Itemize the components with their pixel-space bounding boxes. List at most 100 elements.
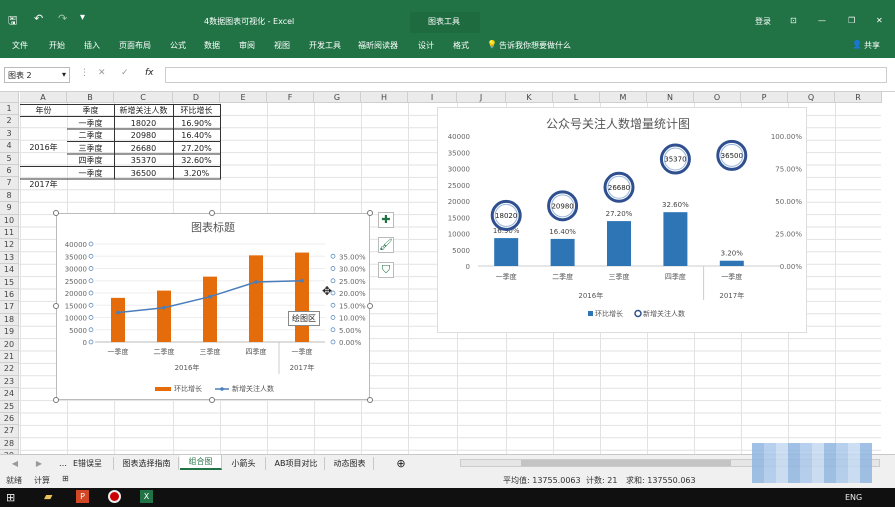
legend-label-growth[interactable]: 环比增长 <box>174 384 202 393</box>
column-header-D[interactable]: D <box>173 92 220 103</box>
legend-label-followers[interactable]: 新增关注人数 <box>643 309 685 318</box>
undo-icon[interactable]: ↶ <box>34 12 43 25</box>
bar-growth[interactable] <box>494 238 519 266</box>
axis-handle[interactable] <box>330 266 336 271</box>
column-header-C[interactable]: C <box>114 92 173 103</box>
bar-followers[interactable] <box>157 290 171 342</box>
tell-me-box[interactable]: 告诉我你想要做什么 <box>499 40 571 51</box>
row-header-14[interactable]: 14 <box>0 264 19 277</box>
macro-record-icon[interactable]: ⊞ <box>62 474 69 483</box>
column-header-O[interactable]: O <box>694 92 741 103</box>
tab-format[interactable]: 格式 <box>453 40 469 51</box>
bar-followers[interactable] <box>111 297 125 342</box>
enter-icon[interactable]: ✓ <box>121 68 129 78</box>
row-header-18[interactable]: 18 <box>0 313 19 327</box>
row-header-15[interactable]: 15 <box>0 276 19 289</box>
row-header-20[interactable]: 20 <box>0 338 19 351</box>
tab-view[interactable]: 视图 <box>274 40 290 51</box>
sheet-tab-2[interactable]: 组合图 <box>180 455 222 470</box>
customize-qat-icon[interactable]: ▾ <box>80 12 85 23</box>
select-all-corner[interactable] <box>0 92 19 103</box>
row-header-3[interactable]: 3 <box>0 127 19 141</box>
axis-handle[interactable] <box>88 278 94 284</box>
chevron-down-icon[interactable]: ▾ <box>62 70 66 79</box>
resize-handle-tr[interactable] <box>367 210 373 216</box>
resize-handle-l[interactable] <box>53 303 59 309</box>
row-header-9[interactable]: 9 <box>0 202 19 215</box>
resize-handle-tl[interactable] <box>53 210 59 216</box>
tab-foxit[interactable]: 福昕阅读器 <box>358 40 398 51</box>
chart-filters-button[interactable]: ⛉ <box>378 262 394 278</box>
row-header-11[interactable]: 11 <box>0 227 19 240</box>
sheet-tab-1[interactable]: 图表选择指南 <box>115 457 179 470</box>
column-header-G[interactable]: G <box>314 92 361 103</box>
file-explorer-icon[interactable]: ▰ <box>44 490 52 503</box>
column-header-F[interactable]: F <box>267 92 314 103</box>
row-header-25[interactable]: 25 <box>0 400 19 413</box>
bar-growth[interactable] <box>719 260 744 266</box>
row-header-28[interactable]: 28 <box>0 437 19 451</box>
axis-handle[interactable] <box>330 339 336 345</box>
legend-label-followers[interactable]: 新增关注人数 <box>232 384 274 393</box>
calculate-status[interactable]: 计算 <box>34 475 50 486</box>
axis-handle[interactable] <box>88 302 94 308</box>
formula-input[interactable] <box>165 67 887 83</box>
row-header-23[interactable]: 23 <box>0 375 19 389</box>
minimize-icon[interactable]: — <box>818 16 826 25</box>
combo-chart-right[interactable]: 公众号关注人数增量统计图 40000 35000 30000 25000 20000 15… <box>437 107 807 333</box>
row-header-10[interactable]: 10 <box>0 214 19 227</box>
line-point[interactable] <box>116 310 120 315</box>
tab-file[interactable]: 文件 <box>12 40 28 51</box>
axis-handle[interactable] <box>88 266 94 271</box>
axis-handle[interactable] <box>88 339 94 345</box>
tab-insert[interactable]: 插入 <box>84 40 100 51</box>
column-header-M[interactable]: M <box>600 92 647 103</box>
row-header-21[interactable]: 21 <box>0 351 19 364</box>
row-header-7[interactable]: 7 <box>0 177 19 190</box>
save-icon[interactable]: 🖫 <box>8 12 17 31</box>
next-sheet-icon[interactable]: ▶ <box>34 457 44 470</box>
axis-handle[interactable] <box>88 253 94 259</box>
column-header-N[interactable]: N <box>647 92 694 103</box>
resize-handle-br[interactable] <box>367 397 373 403</box>
ribbon-display-icon[interactable]: ⊡ <box>790 16 797 25</box>
resize-handle-r[interactable] <box>367 303 373 309</box>
resize-handle-b[interactable] <box>209 397 215 403</box>
worksheet-grid[interactable]: ABCDEFGHIJKLMNOPQR 1 2 3 4 5 6 7 8 9 10 11 12 13 14 15… <box>0 92 895 463</box>
row-header-22[interactable]: 22 <box>0 363 19 376</box>
axis-handle[interactable] <box>330 327 336 333</box>
column-header-Q[interactable]: Q <box>788 92 835 103</box>
close-icon[interactable]: ✕ <box>876 16 883 25</box>
row-header-13[interactable]: 13 <box>0 251 19 265</box>
row-header-27[interactable]: 27 <box>0 425 19 438</box>
line-point[interactable] <box>208 294 212 299</box>
sheet-tab-4[interactable]: AB项目对比 <box>268 457 325 470</box>
redo-icon[interactable]: ↷ <box>58 12 67 25</box>
tab-formulas[interactable]: 公式 <box>170 40 186 51</box>
sheet-tab-0[interactable]: E错误呈 <box>62 457 114 470</box>
language-indicator[interactable]: ENG <box>845 493 862 502</box>
row-header-12[interactable]: 12 <box>0 239 19 252</box>
resize-handle-bl[interactable] <box>53 397 59 403</box>
share-button[interactable]: 共享 <box>864 40 880 51</box>
row-header-1[interactable]: 1 <box>0 103 19 116</box>
column-header-I[interactable]: I <box>408 92 457 103</box>
row-header-6[interactable]: 6 <box>0 165 19 178</box>
row-header-19[interactable]: 19 <box>0 326 19 339</box>
line-point[interactable] <box>300 278 304 283</box>
signin-link[interactable]: 登录 <box>755 16 771 27</box>
chart-styles-button[interactable]: 🖌 <box>378 237 394 253</box>
insert-function-icon[interactable]: fx <box>145 68 154 78</box>
axis-handle[interactable] <box>330 315 336 320</box>
recorder-icon[interactable] <box>108 490 121 503</box>
axis-handle[interactable] <box>88 315 94 320</box>
add-sheet-icon[interactable]: ⊕ <box>394 457 408 470</box>
bar-growth[interactable] <box>663 212 688 266</box>
bar-growth[interactable] <box>607 221 631 266</box>
tab-data[interactable]: 数据 <box>204 40 220 51</box>
tab-page-layout[interactable]: 页面布局 <box>119 40 151 51</box>
prev-sheet-icon[interactable]: ◀ <box>10 457 20 470</box>
tab-design[interactable]: 设计 <box>418 40 434 51</box>
row-header-5[interactable]: 5 <box>0 152 19 165</box>
name-box[interactable]: 图表 2 ▾ <box>4 67 70 83</box>
